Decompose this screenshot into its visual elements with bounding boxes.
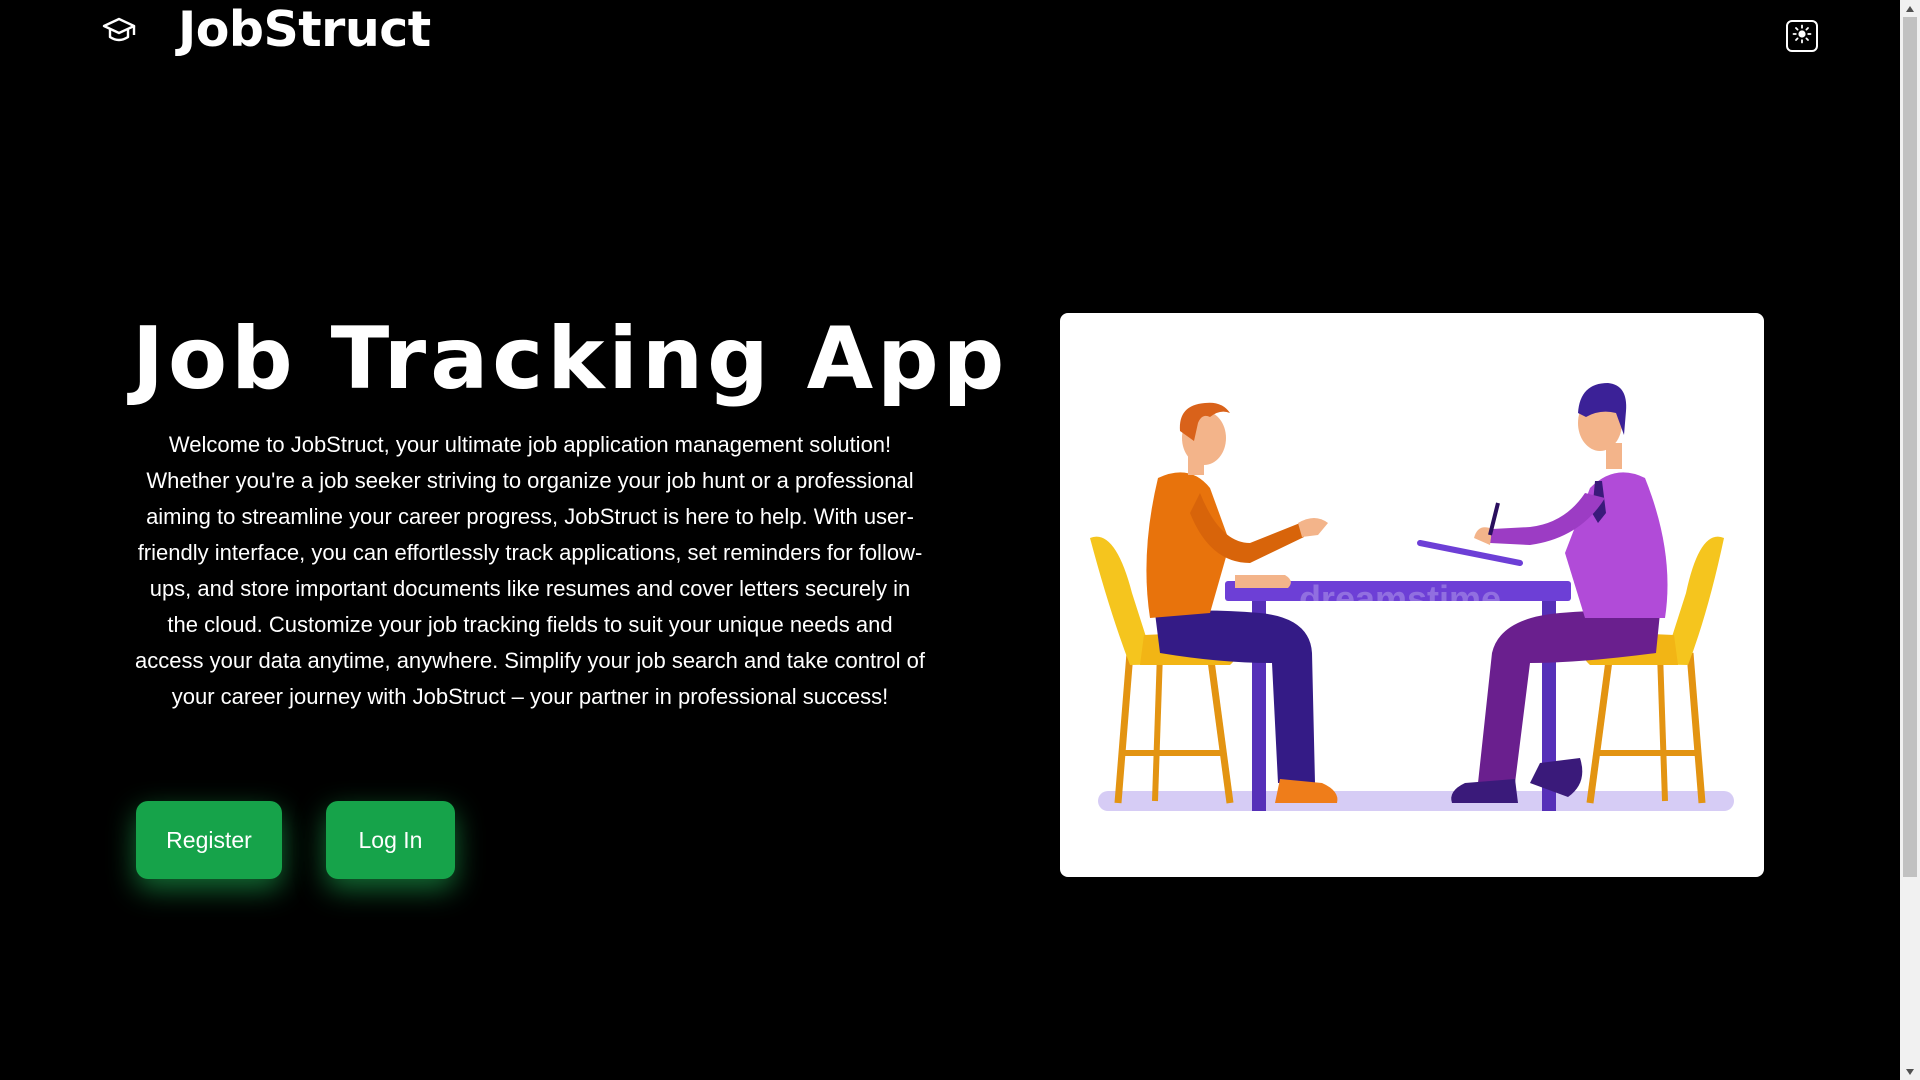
graduation-cap-icon[interactable] (102, 13, 136, 47)
login-button[interactable]: Log In (326, 801, 455, 879)
watermark-text: dreamstime (1299, 578, 1501, 619)
scroll-up-icon[interactable] (1900, 0, 1920, 17)
register-button[interactable]: Register (136, 801, 282, 879)
theme-toggle-button[interactable] (1786, 20, 1818, 52)
sun-icon (1792, 24, 1812, 49)
illustration-card: dreamstime (1060, 313, 1764, 877)
scrollbar-thumb[interactable] (1903, 17, 1917, 877)
hero-title: Job Tracking App (132, 309, 1009, 409)
brand-name[interactable]: JobStruct (178, 0, 431, 60)
vertical-scrollbar[interactable] (1900, 0, 1920, 1080)
interview-illustration: dreamstime (1090, 383, 1734, 811)
scroll-down-icon[interactable] (1900, 1063, 1920, 1080)
hero-description: Welcome to JobStruct, your ultimate job … (135, 432, 925, 709)
landing-page: JobStruct Job Tracking App Welcome to Jo… (0, 0, 1920, 1080)
